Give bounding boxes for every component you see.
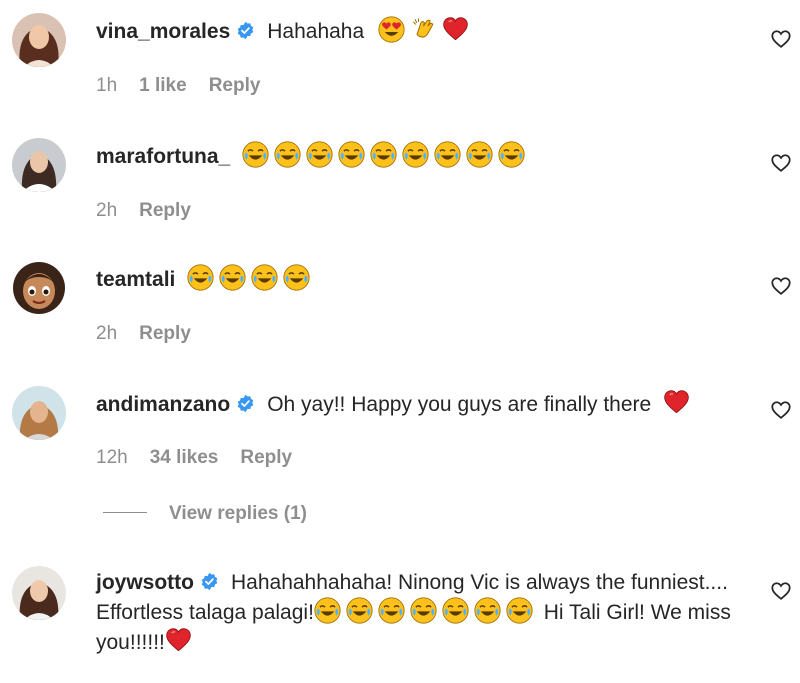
- joy-emoji-icon: [506, 597, 533, 624]
- joy-emoji-icon: [314, 597, 341, 624]
- reply-button[interactable]: Reply: [139, 323, 191, 344]
- comment-time: 1h: [96, 75, 118, 96]
- joy-emoji-icon: [378, 597, 405, 624]
- joy-emoji-icon: [410, 597, 437, 624]
- joy-emoji-icon: [251, 264, 278, 291]
- joy-emoji-icon: [442, 597, 469, 624]
- like-heart-icon[interactable]: [770, 28, 792, 50]
- comment-username[interactable]: vina_morales: [96, 20, 230, 43]
- like-heart-icon[interactable]: [770, 275, 792, 297]
- like-heart-icon[interactable]: [770, 399, 792, 421]
- verified-badge-icon: [236, 21, 255, 40]
- joy-emoji-icon: [498, 141, 525, 168]
- comment-meta: 2h Reply: [96, 200, 213, 222]
- joy-emoji-icon: [474, 597, 501, 624]
- comment-body: vina_morales Hahahaha: [96, 16, 740, 46]
- comment-body: marafortuna_: [96, 141, 740, 171]
- like-heart-icon[interactable]: [770, 152, 792, 174]
- clap-emoji-icon: [410, 16, 437, 43]
- red-heart-emoji-icon: [663, 389, 690, 416]
- joy-emoji-icon: [434, 141, 461, 168]
- red-heart-emoji-icon: [165, 627, 192, 654]
- likes-count[interactable]: 34 likes: [150, 447, 219, 468]
- verified-badge-icon: [236, 394, 255, 413]
- comment-text: Oh yay!! Happy you guys are finally ther…: [267, 393, 652, 416]
- joy-emoji-icon: [242, 141, 269, 168]
- comment-username[interactable]: joywsotto: [96, 571, 194, 594]
- avatar-joywsotto[interactable]: [12, 566, 66, 620]
- joy-emoji-icon: [338, 141, 365, 168]
- avatar-teamtali[interactable]: [12, 261, 66, 315]
- reply-button[interactable]: Reply: [139, 200, 191, 221]
- view-replies-divider: [103, 512, 147, 513]
- comment-username[interactable]: marafortuna_: [96, 145, 230, 168]
- reply-button[interactable]: Reply: [240, 447, 292, 468]
- view-replies-button[interactable]: View replies (1): [103, 503, 307, 525]
- avatar-vina-morales[interactable]: [12, 13, 66, 67]
- comment-time: 12h: [96, 447, 128, 468]
- joy-emoji-icon: [346, 597, 373, 624]
- comment-body: teamtali: [96, 264, 740, 294]
- red-heart-emoji-icon: [442, 16, 469, 43]
- joy-emoji-icon: [219, 264, 246, 291]
- joy-emoji-icon: [274, 141, 301, 168]
- heart-eyes-emoji-icon: [378, 16, 405, 43]
- comment-text: Hahahaha: [267, 20, 365, 43]
- avatar-andimanzano[interactable]: [12, 386, 66, 440]
- comment-username[interactable]: teamtali: [96, 268, 175, 291]
- joy-emoji-icon: [402, 141, 429, 168]
- comment-username[interactable]: andimanzano: [96, 393, 230, 416]
- joy-emoji-icon: [370, 141, 397, 168]
- comment-meta: 1h 1 like Reply: [96, 75, 282, 97]
- comment-body: andimanzano Oh yay!! Happy you guys are f…: [96, 389, 740, 419]
- verified-badge-icon: [200, 572, 219, 591]
- view-replies-label: View replies (1): [169, 503, 307, 524]
- comment-time: 2h: [96, 200, 118, 221]
- joy-emoji-icon: [306, 141, 333, 168]
- comment-body: joywsotto Hahahahhahaha! Ninong Vic is al…: [96, 568, 740, 657]
- likes-count[interactable]: 1 like: [139, 75, 187, 96]
- comment-meta: 2h Reply: [96, 323, 213, 345]
- reply-button[interactable]: Reply: [209, 75, 261, 96]
- comment-time: 2h: [96, 323, 118, 344]
- joy-emoji-icon: [466, 141, 493, 168]
- like-heart-icon[interactable]: [770, 580, 792, 602]
- joy-emoji-icon: [187, 264, 214, 291]
- avatar-marafortuna[interactable]: [12, 138, 66, 192]
- joy-emoji-icon: [283, 264, 310, 291]
- comment-meta: 12h 34 likes Reply: [96, 447, 314, 469]
